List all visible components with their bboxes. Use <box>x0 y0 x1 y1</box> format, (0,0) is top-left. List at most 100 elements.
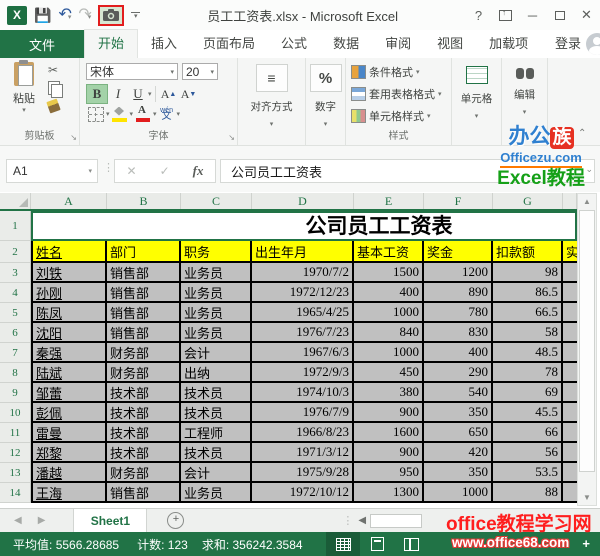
cell[interactable]: 1000 <box>354 343 424 363</box>
cell[interactable]: 1967/6/3 <box>252 343 354 363</box>
cell[interactable]: 840 <box>354 323 424 343</box>
row-number-5[interactable]: 5 <box>0 303 31 323</box>
cell[interactable]: 彭佩 <box>31 403 107 423</box>
cell[interactable]: 业务员 <box>181 323 252 343</box>
name-box[interactable]: A1 ▾ <box>6 159 98 183</box>
cell[interactable]: 技术部 <box>107 403 181 423</box>
save-icon[interactable]: 💾 <box>34 8 51 22</box>
paste-button[interactable]: 粘贴 ▾ <box>6 62 42 126</box>
cell[interactable]: 48.5 <box>493 343 563 363</box>
horizontal-scrollbar-thumb[interactable] <box>370 514 422 528</box>
font-color-button[interactable]: A <box>133 105 153 123</box>
cell-partial[interactable] <box>563 323 577 343</box>
cell[interactable]: 900 <box>354 403 424 423</box>
minimize-icon[interactable]: ─ <box>519 0 546 30</box>
cell[interactable]: 1976/7/9 <box>252 403 354 423</box>
header-cell[interactable]: 姓名 <box>31 241 107 263</box>
editing-group-button[interactable]: 编辑 ▾ <box>502 58 548 145</box>
column-header-D[interactable]: D <box>252 193 354 209</box>
ribbon-options-icon[interactable] <box>492 0 519 30</box>
fill-color-button[interactable] <box>110 105 130 123</box>
header-cell[interactable]: 基本工资 <box>354 241 424 263</box>
cell[interactable]: 1300 <box>354 483 424 503</box>
row-number-3[interactable]: 3 <box>0 263 31 283</box>
paste-dropdown-icon[interactable]: ▾ <box>22 106 26 114</box>
header-cell[interactable]: 扣款额 <box>493 241 563 263</box>
row-number-2[interactable]: 2 <box>0 241 31 263</box>
name-box-dropdown-icon[interactable]: ▾ <box>88 167 92 175</box>
underline-dropdown-icon[interactable]: ▾ <box>148 90 152 98</box>
tab-file[interactable]: 文件 <box>0 30 84 58</box>
enter-icon[interactable]: ✓ <box>160 164 170 178</box>
cell[interactable]: 销售部 <box>107 323 181 343</box>
column-header-A[interactable]: A <box>31 193 107 209</box>
cell[interactable]: 陈凤 <box>31 303 107 323</box>
cell[interactable]: 98 <box>493 263 563 283</box>
cell[interactable]: 技术部 <box>107 443 181 463</box>
cell-partial[interactable] <box>563 383 577 403</box>
cell[interactable]: 58 <box>493 323 563 343</box>
cell[interactable]: 890 <box>424 283 493 303</box>
cancel-icon[interactable]: ✕ <box>127 164 137 178</box>
header-cell[interactable]: 出生年月 <box>252 241 354 263</box>
column-header-F[interactable]: F <box>424 193 493 209</box>
cell[interactable]: 技术员 <box>181 403 252 423</box>
cells-group-button[interactable]: 单元格 ▾ <box>452 58 502 145</box>
undo-button[interactable]: ↶▾ <box>58 6 71 24</box>
header-cell[interactable]: 部门 <box>107 241 181 263</box>
cell-partial[interactable] <box>563 283 577 303</box>
cell-partial[interactable] <box>563 343 577 363</box>
column-header-partial[interactable] <box>563 193 577 209</box>
view-page-break-button[interactable] <box>394 532 428 556</box>
clipboard-dialog-launcher-icon[interactable]: ↘ <box>70 134 77 142</box>
cell[interactable]: 400 <box>424 343 493 363</box>
italic-button[interactable]: I <box>108 85 128 103</box>
cell[interactable]: 350 <box>424 463 493 483</box>
cell[interactable]: 1500 <box>354 263 424 283</box>
vertical-scrollbar[interactable]: ▲ ▼ <box>577 193 597 506</box>
cell[interactable]: 会计 <box>181 463 252 483</box>
tab-formulas[interactable]: 公式 <box>268 30 320 58</box>
cell[interactable]: 1965/4/25 <box>252 303 354 323</box>
cell[interactable]: 88 <box>493 483 563 503</box>
cell[interactable]: 380 <box>354 383 424 403</box>
row-number-11[interactable]: 11 <box>0 423 31 443</box>
cell[interactable]: 财务部 <box>107 463 181 483</box>
tab-home[interactable]: 开始 <box>84 29 138 58</box>
cell[interactable]: 69 <box>493 383 563 403</box>
cell[interactable]: 830 <box>424 323 493 343</box>
conditional-formatting-button[interactable]: 条件格式▾ <box>351 63 420 81</box>
cell[interactable]: 1974/10/3 <box>252 383 354 403</box>
undo-dropdown-icon[interactable]: ▾ <box>68 14 72 21</box>
cell[interactable]: 1972/12/23 <box>252 283 354 303</box>
cell[interactable]: 1971/3/12 <box>252 443 354 463</box>
underline-button[interactable]: U <box>128 85 148 103</box>
column-header-C[interactable]: C <box>181 193 252 209</box>
alignment-dropdown-icon[interactable]: ▾ <box>270 120 274 128</box>
h-scroll-left-icon[interactable]: ◀ <box>358 515 366 526</box>
cell[interactable]: 66 <box>493 423 563 443</box>
help-icon[interactable]: ? <box>465 0 492 30</box>
cell-styles-button[interactable]: 单元格样式▾ <box>351 107 431 125</box>
maximize-icon[interactable] <box>546 0 573 30</box>
cell[interactable]: 1972/10/12 <box>252 483 354 503</box>
cell[interactable]: 1966/8/23 <box>252 423 354 443</box>
cell-partial[interactable] <box>563 483 577 503</box>
row-number-6[interactable]: 6 <box>0 323 31 343</box>
cell[interactable]: 出纳 <box>181 363 252 383</box>
row-number-14[interactable]: 14 <box>0 483 31 503</box>
sheet-nav-right-icon[interactable]: ▶ <box>38 515 46 526</box>
column-header-G[interactable]: G <box>493 193 563 209</box>
cell[interactable]: 290 <box>424 363 493 383</box>
cell-partial[interactable] <box>563 443 577 463</box>
cell[interactable]: 650 <box>424 423 493 443</box>
cell[interactable]: 56 <box>493 443 563 463</box>
cell[interactable]: 技术部 <box>107 423 181 443</box>
insert-function-icon[interactable]: fx <box>193 163 204 179</box>
cell[interactable]: 技术员 <box>181 383 252 403</box>
cell[interactable]: 1200 <box>424 263 493 283</box>
cell[interactable]: 沈阳 <box>31 323 107 343</box>
tab-page-layout[interactable]: 页面布局 <box>190 30 268 58</box>
column-header-B[interactable]: B <box>107 193 181 209</box>
select-all-corner[interactable] <box>0 193 31 209</box>
